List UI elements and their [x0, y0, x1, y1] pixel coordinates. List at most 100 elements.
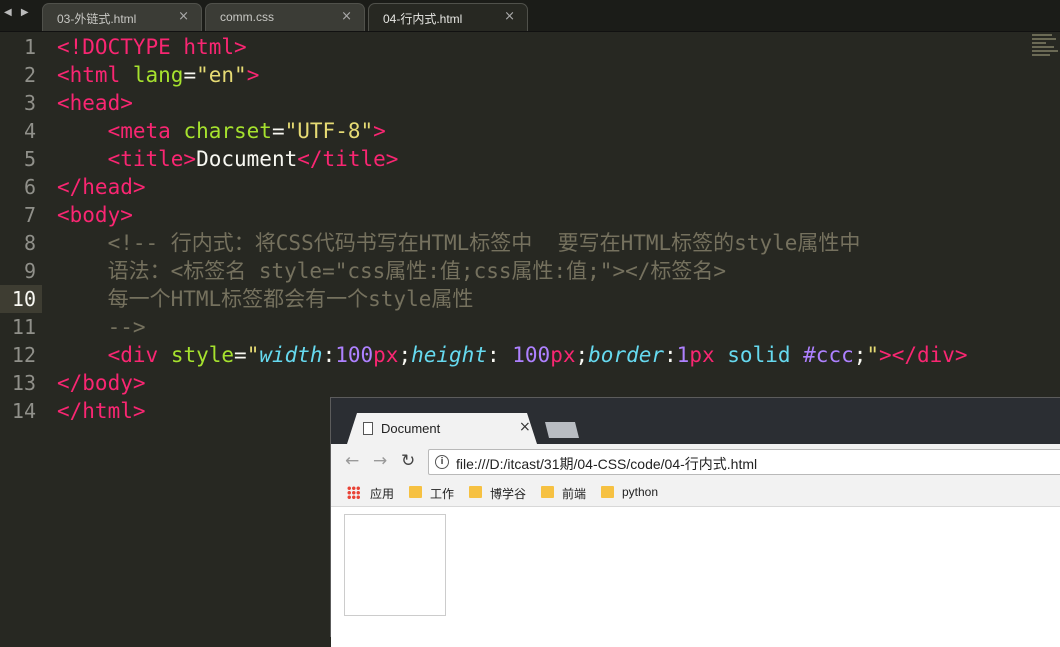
code-token: <body>	[57, 203, 133, 227]
close-icon[interactable]: ×	[519, 419, 531, 435]
code-token: =	[271, 119, 285, 143]
code-token: <!DOCTYPE html>	[57, 35, 247, 59]
folder-icon	[409, 486, 422, 498]
line-number: 12	[11, 343, 36, 367]
code-token: width	[259, 343, 323, 367]
code-line[interactable]: 12 <div style="width:100px;height: 100px…	[0, 341, 1060, 369]
code-line[interactable]: 7 <body>	[0, 201, 1060, 229]
code-token: 100	[512, 343, 551, 367]
code-token: ;	[853, 343, 867, 367]
code-token: 100	[335, 343, 374, 367]
browser-tab-strip: Document ×	[331, 398, 1060, 444]
browser-tab-title: Document	[381, 421, 441, 436]
code-token: charset	[183, 119, 272, 143]
code-line[interactable]: 1 <!DOCTYPE html>	[0, 33, 1060, 61]
line-number: 5	[23, 147, 36, 171]
line-number: 8	[23, 231, 36, 255]
code-token: </html>	[57, 399, 146, 423]
info-icon[interactable]: i	[435, 455, 449, 469]
code-token: "	[246, 343, 260, 367]
apps-grid-icon[interactable]	[347, 486, 360, 499]
bookmark-work[interactable]: 工作	[430, 485, 454, 502]
folder-icon	[469, 486, 482, 498]
code-token: px	[550, 343, 576, 367]
code-line[interactable]: 6 </head>	[0, 173, 1060, 201]
address-bar[interactable]: i file:///D:/itcast/31期/04-CSS/code/04-行…	[428, 449, 1060, 475]
tab-close-icon[interactable]: ×	[504, 9, 515, 24]
forward-button[interactable]: →	[373, 451, 387, 471]
code-token: #ccc	[803, 343, 854, 367]
editor-tab-bar: ◀ ▶ 03-外链式.html × comm.css × 04-行内式.html…	[0, 0, 1060, 32]
code-token: :	[486, 343, 513, 367]
tab-label: 04-行内式.html	[383, 12, 463, 26]
tab-scroll-arrows[interactable]: ◀ ▶	[4, 7, 32, 18]
code-token: style	[170, 343, 235, 367]
line-number: 1	[23, 35, 36, 59]
code-token: =	[183, 63, 197, 87]
line-number: 11	[11, 315, 36, 339]
code-line[interactable]: 13 </body>	[0, 369, 1060, 397]
document-icon	[363, 422, 373, 435]
code-token: :	[664, 343, 677, 367]
line-number: 2	[23, 63, 36, 87]
browser-toolbar: ← → ↻ i file:///D:/itcast/31期/04-CSS/cod…	[331, 444, 1060, 480]
code-token: =	[234, 343, 247, 367]
bookmark-boxuegu[interactable]: 博学谷	[490, 485, 526, 502]
line-number: 4	[23, 119, 36, 143]
line-source: </body>	[57, 369, 146, 397]
line-number: 9	[23, 259, 36, 283]
code-line[interactable]: 3 <head>	[0, 89, 1060, 117]
code-line[interactable]: 9 语法：<标签名 style="css属性:值;css属性:值;"></标签名…	[0, 257, 1060, 285]
code-token: </title>	[297, 147, 399, 171]
code-line[interactable]: 8 <!-- 行内式：将CSS代码书写在HTML标签中 要写在HTML标签的st…	[0, 229, 1060, 257]
line-number: 6	[23, 175, 36, 199]
line-source: </html>	[57, 397, 146, 425]
code-token: "UTF-8"	[284, 119, 374, 143]
code-line[interactable]: 5 <title>Document</title>	[0, 145, 1060, 173]
line-number: 3	[23, 91, 36, 115]
back-button[interactable]: ←	[345, 451, 359, 471]
line-source: <div style="width:100px;height: 100px;bo…	[57, 341, 968, 369]
code-line[interactable]: 4 <meta charset="UTF-8">	[0, 117, 1060, 145]
reload-button[interactable]: ↻	[401, 451, 415, 471]
bookmark-frontend[interactable]: 前端	[562, 485, 586, 502]
code-line[interactable]: 10 每一个HTML标签都会有一个style属性	[0, 285, 1060, 313]
code-token: </div>	[891, 343, 968, 367]
code-token: "	[866, 343, 880, 367]
url-text[interactable]: file:///D:/itcast/31期/04-CSS/code/04-行内式…	[456, 454, 757, 474]
tab-label: 03-外链式.html	[57, 12, 137, 26]
minimap[interactable]	[1032, 32, 1058, 62]
line-source: 每一个HTML标签都会有一个style属性	[57, 285, 474, 313]
code-token: ;	[575, 343, 589, 367]
code-token: </head>	[57, 175, 146, 199]
bookmarks-bar: 应用 工作 博学谷 前端 python	[331, 480, 1060, 507]
tab-comm-css[interactable]: comm.css ×	[205, 3, 365, 31]
code-line[interactable]: 2 <html lang="en">	[0, 61, 1060, 89]
folder-icon	[541, 486, 554, 498]
line-source: 语法：<标签名 style="css属性:值;css属性:值;"></标签名>	[57, 257, 726, 285]
browser-tab-document[interactable]: Document ×	[347, 413, 537, 444]
tab-03-waiianshi[interactable]: 03-外链式.html ×	[42, 3, 202, 31]
line-source: <html lang="en">	[57, 61, 259, 89]
tab-04-hangneishi[interactable]: 04-行内式.html ×	[368, 3, 528, 31]
bookmark-apps[interactable]: 应用	[370, 485, 394, 502]
bookmark-python[interactable]: python	[622, 485, 658, 499]
line-source: </head>	[57, 173, 146, 201]
folder-icon	[601, 486, 614, 498]
line-source: <head>	[57, 89, 133, 117]
code-line[interactable]: 11 -->	[0, 313, 1060, 341]
tab-close-icon[interactable]: ×	[178, 9, 189, 24]
tab-close-icon[interactable]: ×	[341, 9, 352, 24]
tab-label: comm.css	[220, 10, 274, 24]
new-tab-button[interactable]	[545, 422, 579, 438]
